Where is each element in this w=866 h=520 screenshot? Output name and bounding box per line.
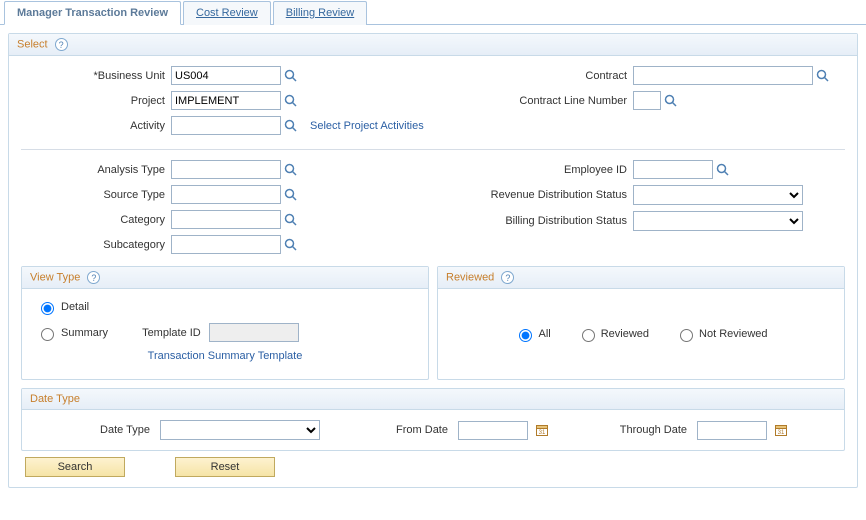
calendar-icon[interactable]: 31 bbox=[774, 423, 788, 437]
reviewed-reviewed-radio[interactable] bbox=[582, 329, 595, 342]
lookup-icon[interactable] bbox=[284, 163, 298, 177]
reviewed-not-reviewed-radio[interactable] bbox=[680, 329, 693, 342]
category-input[interactable] bbox=[171, 210, 281, 229]
through-date-input[interactable] bbox=[697, 421, 767, 440]
svg-text:31: 31 bbox=[778, 430, 785, 436]
billing-dist-status-label: Billing Distribution Status bbox=[433, 215, 633, 227]
activity-input[interactable] bbox=[171, 116, 281, 135]
business-unit-input[interactable] bbox=[171, 66, 281, 85]
tab-billing-review[interactable]: Billing Review bbox=[273, 1, 367, 25]
help-icon[interactable]: ? bbox=[501, 271, 514, 284]
reviewed-all-radio[interactable] bbox=[519, 329, 532, 342]
tab-manager-transaction-review[interactable]: Manager Transaction Review bbox=[4, 1, 181, 25]
lookup-icon[interactable] bbox=[284, 94, 298, 108]
activity-label: Activity bbox=[21, 120, 171, 132]
contract-line-number-label: Contract Line Number bbox=[433, 95, 633, 107]
divider bbox=[21, 149, 845, 150]
view-type-summary-radio[interactable] bbox=[41, 328, 54, 341]
analysis-type-label: Analysis Type bbox=[21, 164, 171, 176]
select-section-title: Select bbox=[17, 38, 48, 50]
date-type-label: Date Type bbox=[36, 424, 156, 436]
transaction-summary-template-link[interactable]: Transaction Summary Template bbox=[148, 350, 303, 362]
category-label: Category bbox=[21, 214, 171, 226]
view-type-summary-label: Summary bbox=[61, 327, 108, 339]
lookup-icon[interactable] bbox=[716, 163, 730, 177]
template-id-label: Template ID bbox=[142, 327, 201, 339]
employee-id-label: Employee ID bbox=[433, 164, 633, 176]
business-unit-label: *Business Unit bbox=[21, 70, 171, 82]
lookup-icon[interactable] bbox=[284, 119, 298, 133]
reviewed-reviewed-label: Reviewed bbox=[601, 328, 649, 340]
date-type-section: Date Type Date Type From Date 31 Through… bbox=[21, 388, 845, 451]
contract-label: Contract bbox=[433, 70, 633, 82]
employee-id-input[interactable] bbox=[633, 160, 713, 179]
subcategory-label: Subcategory bbox=[21, 239, 171, 251]
svg-text:31: 31 bbox=[539, 430, 546, 436]
search-button[interactable]: Search bbox=[25, 457, 125, 477]
through-date-label: Through Date bbox=[553, 424, 693, 436]
template-id-input bbox=[209, 323, 299, 342]
date-type-select[interactable] bbox=[160, 420, 320, 440]
view-type-detail-radio[interactable] bbox=[41, 302, 54, 315]
project-label: Project bbox=[21, 95, 171, 107]
analysis-type-input[interactable] bbox=[171, 160, 281, 179]
contract-line-number-input[interactable] bbox=[633, 91, 661, 110]
subcategory-input[interactable] bbox=[171, 235, 281, 254]
billing-dist-status-select[interactable] bbox=[633, 211, 803, 231]
reviewed-panel: Reviewed ? All Reviewed bbox=[437, 266, 845, 380]
lookup-icon[interactable] bbox=[284, 213, 298, 227]
reset-button[interactable]: Reset bbox=[175, 457, 275, 477]
from-date-label: From Date bbox=[324, 424, 454, 436]
view-type-detail-label: Detail bbox=[61, 301, 89, 313]
reviewed-not-reviewed-label: Not Reviewed bbox=[699, 328, 767, 340]
reviewed-title: Reviewed bbox=[446, 271, 494, 283]
help-icon[interactable]: ? bbox=[55, 38, 68, 51]
project-input[interactable] bbox=[171, 91, 281, 110]
lookup-icon[interactable] bbox=[284, 238, 298, 252]
source-type-label: Source Type bbox=[21, 189, 171, 201]
contract-input[interactable] bbox=[633, 66, 813, 85]
lookup-icon[interactable] bbox=[664, 94, 678, 108]
source-type-input[interactable] bbox=[171, 185, 281, 204]
revenue-dist-status-select[interactable] bbox=[633, 185, 803, 205]
lookup-icon[interactable] bbox=[816, 69, 830, 83]
select-section: Select ? *Business Unit Project bbox=[8, 33, 858, 488]
page-body: Select ? *Business Unit Project bbox=[0, 25, 866, 508]
calendar-icon[interactable]: 31 bbox=[535, 423, 549, 437]
select-section-header: Select ? bbox=[9, 34, 857, 56]
reviewed-all-label: All bbox=[538, 328, 550, 340]
help-icon[interactable]: ? bbox=[87, 271, 100, 284]
lookup-icon[interactable] bbox=[284, 188, 298, 202]
tab-cost-review[interactable]: Cost Review bbox=[183, 1, 271, 25]
view-type-title: View Type bbox=[30, 271, 80, 283]
view-type-panel: View Type ? Detail Summary Template ID bbox=[21, 266, 429, 380]
revenue-dist-status-label: Revenue Distribution Status bbox=[433, 189, 633, 201]
select-project-activities-link[interactable]: Select Project Activities bbox=[310, 120, 424, 132]
lookup-icon[interactable] bbox=[284, 69, 298, 83]
date-type-title: Date Type bbox=[30, 393, 80, 405]
from-date-input[interactable] bbox=[458, 421, 528, 440]
tab-bar: Manager Transaction Review Cost Review B… bbox=[0, 0, 866, 25]
